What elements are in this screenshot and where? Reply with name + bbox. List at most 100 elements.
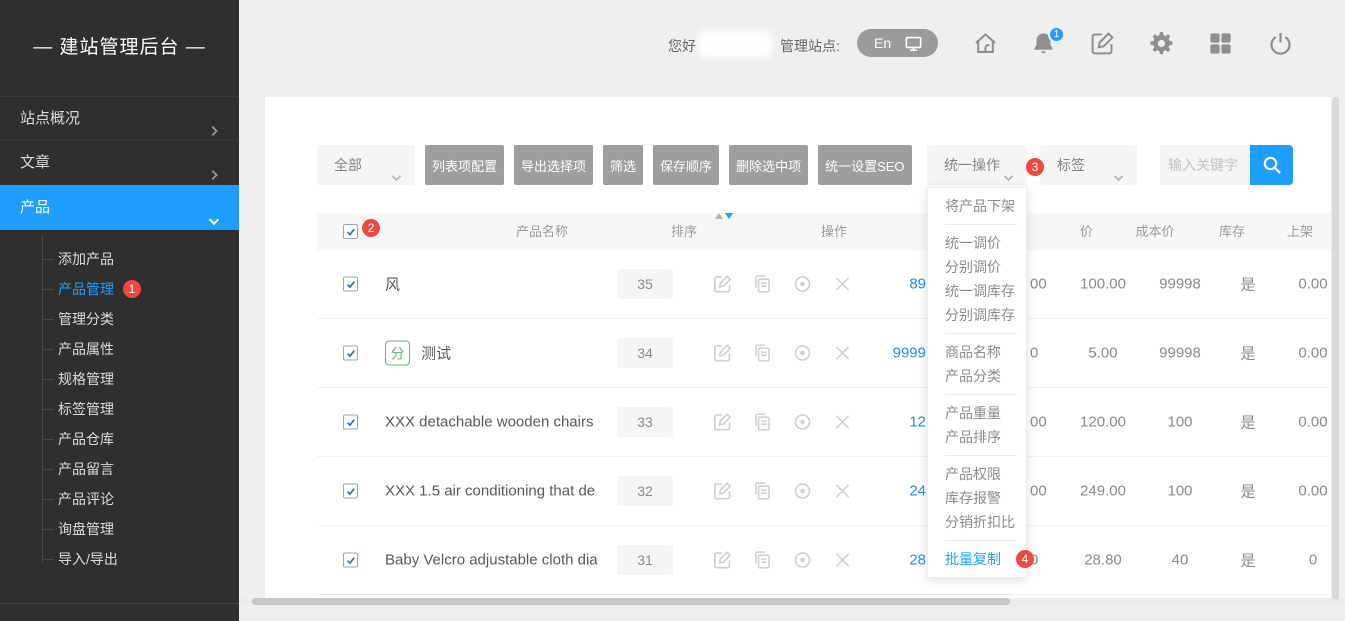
filter-button[interactable]: 筛选 [603,145,643,185]
menu-item[interactable]: 分别调库存 [928,303,1026,327]
table-row: 风8900100.0099998是0.00 [317,250,1329,319]
username-blurred [699,31,772,58]
menu-item[interactable]: 产品重量 [928,401,1026,425]
weight-cell: 0.00 [1273,483,1331,500]
sales-link[interactable]: 28 [806,552,926,569]
search-button[interactable] [1250,145,1293,185]
gear-icon[interactable] [1148,30,1175,57]
copy-icon[interactable] [752,412,773,433]
menu-item[interactable]: 产品分类 [928,364,1026,388]
chevron-down-icon [1112,159,1125,172]
sidebar-subitem-product-attributes[interactable]: 产品属性 [0,334,239,364]
set-seo-button[interactable]: 统一设置SEO [818,145,911,185]
language-toggle[interactable]: En [857,29,938,57]
product-name-text: 测试 [421,343,451,364]
row-checkbox[interactable] [343,553,358,568]
menu-item[interactable]: 批量复制4 [928,547,1026,571]
row-checkbox[interactable] [343,484,358,499]
row-checkbox[interactable] [343,277,358,292]
menu-item[interactable]: 产品排序 [928,425,1026,449]
horizontal-scrollbar[interactable] [252,598,1010,605]
edit-icon[interactable] [712,274,733,295]
copy-icon[interactable] [752,550,773,571]
edit-icon[interactable] [1089,30,1116,57]
save-order-button[interactable]: 保存顺序 [653,145,719,185]
col-operations: 操作 [794,213,874,250]
sidebar-item-site-overview[interactable]: 站点概况 [0,96,239,140]
sidebar-subitem-label: 询盘管理 [58,514,114,544]
sidebar-item-articles[interactable]: 文章 [0,140,239,184]
sidebar-item-label: 文章 [20,154,50,171]
select-all-checkbox[interactable] [343,224,358,239]
menu-item[interactable]: 统一调价 [928,231,1026,255]
menu-item[interactable]: 将产品下架 [928,194,1026,218]
menu-item[interactable]: 统一调库存 [928,279,1026,303]
sidebar-divider [0,603,239,604]
content-card: 全部 列表项配置导出选择项筛选保存顺序删除选中项统一设置SEO 统一操作 3 标… [265,97,1331,600]
tags-select[interactable]: 标签 [1040,145,1137,185]
export-selected-button[interactable]: 导出选择项 [514,145,593,185]
sidebar-subitem-tag-management[interactable]: 标签管理 [0,394,239,424]
sales-link[interactable]: 12 [806,414,926,431]
sort-order-input[interactable] [617,269,673,299]
menu-item-label: 产品排序 [945,429,1001,445]
menu-item[interactable]: 产品权限 [928,462,1026,486]
unified-ops-menu: 将产品下架统一调价分别调价统一调库存分别调库存商品名称产品分类产品重量产品排序产… [927,187,1027,578]
power-icon[interactable] [1267,30,1294,57]
copy-icon[interactable] [752,274,773,295]
edit-icon[interactable] [712,481,733,502]
tags-label: 标签 [1057,157,1085,173]
menu-item[interactable]: 商品名称 [928,340,1026,364]
list-config-button[interactable]: 列表项配置 [425,145,504,185]
sidebar-subitem-import-export[interactable]: 导入/导出 [0,544,239,574]
chevron-down-icon [207,201,221,215]
copy-icon[interactable] [752,481,773,502]
sidebar-subitem-product-reviews[interactable]: 产品评论 [0,484,239,514]
sidebar-subitem-label: 产品留言 [58,454,114,484]
sidebar-subitem-label: 产品管理 [58,274,114,304]
app-title: — 建站管理后台 — [0,0,239,96]
search-input[interactable] [1160,145,1250,185]
home-icon[interactable] [972,30,999,57]
menu-item[interactable]: 分别调价 [928,255,1026,279]
sidebar-subitem-product-messages[interactable]: 产品留言 [0,454,239,484]
col-sort: 排序 [654,213,714,250]
unified-ops-select[interactable]: 统一操作 [927,145,1027,185]
sort-order-input[interactable] [617,338,673,368]
product-name-text: XXX 1.5 air conditioning that de [385,483,595,500]
sidebar-item-products[interactable]: 产品 [0,184,239,230]
edit-icon[interactable] [712,412,733,433]
row-checkbox[interactable] [343,415,358,430]
product-name-cell: XXX detachable wooden chairs [385,414,593,431]
sales-link[interactable]: 24 [806,483,926,500]
menu-item[interactable]: 库存报警 [928,486,1026,510]
copy-icon[interactable] [752,343,773,364]
sort-order-input[interactable] [617,545,673,575]
sidebar-subitem-add-product[interactable]: 添加产品 [0,244,239,274]
menu-item[interactable]: 分销折扣比 [928,510,1026,534]
sidebar-subitem-product-warehouse[interactable]: 产品仓库 [0,424,239,454]
sidebar-subitem-label: 导入/导出 [58,544,118,574]
sort-order-input[interactable] [617,407,673,437]
product-name-cell: Baby Velcro adjustable cloth dia [385,552,598,569]
greeting-text: 您好 [668,36,696,56]
edit-icon[interactable] [712,343,733,364]
sidebar-subitem-inquiry-management[interactable]: 询盘管理 [0,514,239,544]
sales-link[interactable]: 89 [806,276,926,293]
sidebar-subitem-spec-management[interactable]: 规格管理 [0,364,239,394]
apps-grid-icon[interactable] [1207,30,1234,57]
tutorial-badge-2: 2 [362,219,380,237]
sort-desc-icon[interactable] [725,213,733,219]
delete-selected-button[interactable]: 删除选中项 [729,145,808,185]
vertical-scrollbar[interactable] [1332,97,1339,600]
menu-item-label: 产品重量 [945,405,1001,421]
sales-link[interactable]: 9999 [806,345,926,362]
sort-asc-icon[interactable] [715,213,723,219]
edit-icon[interactable] [712,550,733,571]
sidebar-subitem-product-management[interactable]: 产品管理1 [0,274,239,304]
row-checkbox[interactable] [343,346,358,361]
sidebar-subitem-manage-categories[interactable]: 管理分类 [0,304,239,334]
category-filter-select[interactable]: 全部 [317,145,415,185]
sort-order-input[interactable] [617,476,673,506]
chevron-down-icon [1002,159,1015,172]
